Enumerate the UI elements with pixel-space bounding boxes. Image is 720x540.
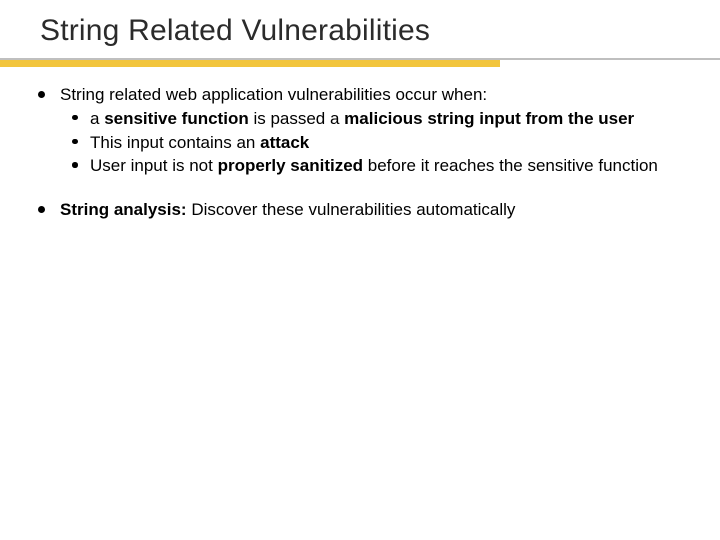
text-bold: sensitive function [104, 109, 249, 128]
text-run: is passed a [249, 109, 344, 128]
rule-divider-gold [0, 60, 500, 67]
text-run: User input is not [90, 156, 218, 175]
bullet-text: String related web application vulnerabi… [60, 85, 487, 104]
slide-body: String related web application vulnerabi… [32, 84, 688, 243]
bullet-list: String related web application vulnerabi… [32, 84, 688, 221]
slide-title: String Related Vulnerabilities [40, 14, 430, 48]
sub-bullet-item: This input contains an attack [60, 132, 688, 154]
text-run: before it reaches the sensitive function [363, 156, 658, 175]
slide: String Related Vulnerabilities String re… [0, 0, 720, 540]
text-run: Discover these vulnerabilities automatic… [187, 200, 516, 219]
text-bold: String analysis: [60, 200, 187, 219]
text-bold: malicious string input from the user [344, 109, 634, 128]
sub-bullet-list: a sensitive function is passed a malicio… [60, 108, 688, 177]
text-run: This input contains an [90, 133, 260, 152]
bullet-item: String related web application vulnerabi… [32, 84, 688, 177]
text-bold: attack [260, 133, 309, 152]
sub-bullet-item: a sensitive function is passed a malicio… [60, 108, 688, 130]
text-run: a [90, 109, 104, 128]
sub-bullet-item: User input is not properly sanitized bef… [60, 155, 688, 177]
text-bold: properly sanitized [218, 156, 363, 175]
bullet-item: String analysis: Discover these vulnerab… [32, 199, 688, 221]
